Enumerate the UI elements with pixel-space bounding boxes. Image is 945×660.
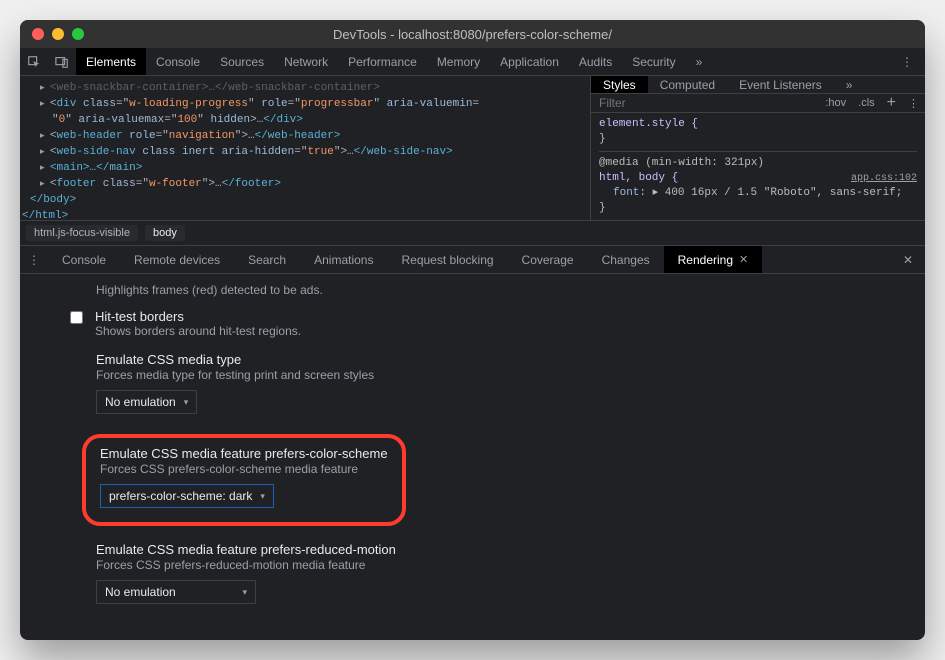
drawer-tab-rendering[interactable]: Rendering✕ <box>664 246 763 273</box>
tab-performance[interactable]: Performance <box>338 48 427 75</box>
drawer-tab-search[interactable]: Search <box>234 246 300 273</box>
drawer-tab-console[interactable]: Console <box>48 246 120 273</box>
tab-security[interactable]: Security <box>622 48 685 75</box>
drawer-menu-icon[interactable]: ⋮ <box>20 253 48 267</box>
media-type-select[interactable]: No emulation▾ <box>96 390 197 414</box>
highlighted-section: Emulate CSS media feature prefers-color-… <box>82 434 406 526</box>
zoom-icon[interactable] <box>72 28 84 40</box>
drawer-tab-remote[interactable]: Remote devices <box>120 246 234 273</box>
titlebar: DevTools - localhost:8080/prefers-color-… <box>20 20 925 48</box>
dom-node[interactable]: <footer class="w-footer">…</footer> <box>40 176 582 192</box>
dom-node[interactable]: <web-header role="navigation">…</web-hea… <box>40 128 582 144</box>
main-tabs: Elements Console Sources Network Perform… <box>20 48 925 76</box>
dom-node[interactable]: "0" aria-valuemax="100" hidden>…</div> <box>40 112 582 128</box>
tab-console[interactable]: Console <box>146 48 210 75</box>
tab-sources[interactable]: Sources <box>210 48 274 75</box>
rendering-drawer: Highlights frames (red) detected to be a… <box>20 274 925 640</box>
tab-event-listeners[interactable]: Event Listeners <box>727 76 834 93</box>
tabs-overflow-icon[interactable]: » <box>686 48 713 75</box>
tabs-overflow-icon[interactable]: » <box>834 76 865 93</box>
section-desc: Forces media type for testing print and … <box>96 368 875 382</box>
tab-elements[interactable]: Elements <box>76 48 146 75</box>
styles-panel: Styles Computed Event Listeners » :hov .… <box>590 76 925 220</box>
split-pane: <web-snackbar-container>…</web-snackbar-… <box>20 76 925 221</box>
chevron-down-icon: ▾ <box>260 491 265 502</box>
styles-body[interactable]: element.style { } @media (min-width: 321… <box>591 113 925 220</box>
window-title: DevTools - localhost:8080/prefers-color-… <box>20 27 925 42</box>
section-title: Hit-test borders <box>95 309 184 324</box>
cls-toggle[interactable]: .cls <box>852 97 881 109</box>
tab-network[interactable]: Network <box>274 48 338 75</box>
hov-toggle[interactable]: :hov <box>819 97 852 109</box>
tab-computed[interactable]: Computed <box>648 76 727 93</box>
drawer-tab-request-blocking[interactable]: Request blocking <box>387 246 507 273</box>
dom-tree[interactable]: <web-snackbar-container>…</web-snackbar-… <box>20 76 590 220</box>
dom-node[interactable]: <main>…</main> <box>40 160 582 176</box>
section-title: Emulate CSS media feature prefers-reduce… <box>96 542 875 557</box>
new-style-rule-button[interactable]: + <box>881 94 902 112</box>
prev-section-desc: Highlights frames (red) detected to be a… <box>96 283 875 297</box>
hit-test-checkbox[interactable] <box>70 311 83 324</box>
drawer-tab-coverage[interactable]: Coverage <box>508 246 588 273</box>
styles-filterbar: :hov .cls + ⋮ <box>591 94 925 113</box>
styles-filter-input[interactable] <box>591 96 819 110</box>
drawer-tab-changes[interactable]: Changes <box>588 246 664 273</box>
tab-audits[interactable]: Audits <box>569 48 622 75</box>
chevron-down-icon: ▾ <box>184 397 189 408</box>
minimize-icon[interactable] <box>52 28 64 40</box>
prefers-reduced-motion-select[interactable]: No emulation▾ <box>96 580 256 604</box>
source-link[interactable]: app.css:102 <box>851 171 917 186</box>
styles-more-icon[interactable]: ⋮ <box>902 97 925 110</box>
tab-application[interactable]: Application <box>490 48 569 75</box>
more-icon[interactable]: ⋮ <box>889 55 925 69</box>
inspect-icon[interactable] <box>20 48 48 76</box>
styles-tabs: Styles Computed Event Listeners » <box>591 76 925 94</box>
device-toggle-icon[interactable] <box>48 48 76 76</box>
devtools-window: DevTools - localhost:8080/prefers-color-… <box>20 20 925 640</box>
section-desc: Forces CSS prefers-reduced-motion media … <box>96 558 875 572</box>
section-hit-test-borders: Hit-test borders Shows borders around hi… <box>70 309 875 338</box>
dom-node[interactable]: </html> <box>22 208 582 220</box>
drawer-close-icon[interactable]: ✕ <box>891 253 925 267</box>
dom-node[interactable]: <div class="w-loading-progress" role="pr… <box>40 96 582 112</box>
drawer-tabs: ⋮ Console Remote devices Search Animatio… <box>20 246 925 274</box>
traffic-lights <box>32 28 84 40</box>
section-desc: Shows borders around hit-test regions. <box>95 324 301 338</box>
drawer-tab-animations[interactable]: Animations <box>300 246 387 273</box>
section-emulate-media-type: Emulate CSS media type Forces media type… <box>96 352 875 414</box>
dom-node[interactable]: </body> <box>30 192 582 208</box>
close-icon[interactable] <box>32 28 44 40</box>
close-icon[interactable]: ✕ <box>739 253 748 266</box>
dom-node[interactable]: <web-side-nav class inert aria-hidden="t… <box>40 144 582 160</box>
section-desc: Forces CSS prefers-color-scheme media fe… <box>100 462 388 476</box>
section-title: Emulate CSS media feature prefers-color-… <box>100 446 388 461</box>
breadcrumb: html.js-focus-visible body <box>20 221 925 246</box>
crumb-body[interactable]: body <box>145 225 185 241</box>
section-title: Emulate CSS media type <box>96 352 875 367</box>
chevron-down-icon: ▾ <box>242 587 247 598</box>
crumb-html[interactable]: html.js-focus-visible <box>26 225 138 241</box>
section-emulate-prm: Emulate CSS media feature prefers-reduce… <box>96 542 875 604</box>
dom-node[interactable]: <web-snackbar-container>…</web-snackbar-… <box>40 80 582 96</box>
prefers-color-scheme-select[interactable]: prefers-color-scheme: dark▾ <box>100 484 274 508</box>
tab-styles[interactable]: Styles <box>591 76 648 93</box>
tab-memory[interactable]: Memory <box>427 48 490 75</box>
